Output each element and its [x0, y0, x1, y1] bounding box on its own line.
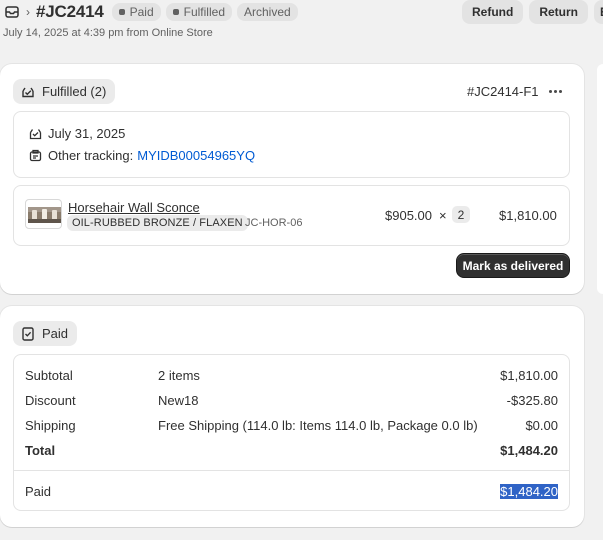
header-actions: Refund Return E	[462, 0, 603, 24]
tracking-label: Other tracking:	[48, 148, 134, 163]
product-thumbnail[interactable]	[25, 199, 62, 229]
variant-badge: OIL-RUBBED BRONZE / FLAXEN	[67, 215, 248, 231]
subtotal-detail: 2 items	[158, 368, 200, 383]
payment-status-badge: Paid	[111, 3, 161, 21]
shipping-row: Shipping Free Shipping (114.0 lb: Items …	[25, 418, 558, 434]
discount-code: New18	[158, 393, 199, 408]
line-total: $1,810.00	[499, 208, 557, 223]
delivery-date-row: July 31, 2025	[29, 126, 125, 141]
subtotal-row: Subtotal 2 items $1,810.00	[25, 368, 558, 384]
fulfillment-status-pill: Fulfilled (2)	[13, 79, 116, 104]
discount-row: Discount New18 -$325.80	[25, 393, 558, 409]
side-card-edge	[597, 64, 603, 294]
page-title: #JC2414	[36, 2, 104, 21]
product-sku: JC-HOR-06	[245, 217, 303, 229]
shipping-label: Shipping	[25, 418, 76, 433]
fulfillment-id: #JC2414-F1	[467, 84, 539, 99]
unit-price: $905.00	[385, 208, 432, 223]
delivery-date: July 31, 2025	[48, 126, 126, 141]
edit-button[interactable]: E	[594, 0, 603, 24]
return-button[interactable]: Return	[529, 0, 588, 24]
fulfillment-status-badge: Fulfilled	[165, 3, 232, 21]
title-row: › #JC2414 Paid Fulfilled Archived	[4, 2, 303, 22]
tracking-icon	[29, 149, 42, 162]
order-icon[interactable]	[4, 4, 20, 20]
shipping-detail: Free Shipping (114.0 lb: Items 114.0 lb,…	[158, 418, 478, 433]
discount-amount: -$325.80	[506, 393, 558, 408]
tracking-link[interactable]: MYIDB00054965YQ	[137, 148, 255, 163]
fulfilled-icon	[20, 84, 36, 100]
archived-badge: Archived	[237, 3, 298, 21]
divider	[14, 470, 569, 471]
more-icon[interactable]	[546, 83, 564, 99]
mark-as-delivered-button[interactable]: Mark as delivered	[456, 253, 570, 278]
paid-amount: $1,484.20	[500, 484, 558, 499]
chevron-right-icon: ›	[26, 5, 30, 19]
subtotal-amount: $1,810.00	[500, 368, 558, 383]
total-label: Total	[25, 443, 56, 458]
paid-row: Paid $1,484.20	[25, 484, 558, 500]
paid-label: Paid	[25, 484, 52, 499]
page-header: › #JC2414 Paid Fulfilled Archived July 1…	[0, 0, 603, 60]
order-subtitle: July 14, 2025 at 4:39 pm from Online Sto…	[3, 27, 213, 39]
total-row: Total $1,484.20	[25, 443, 558, 459]
fulfillment-status-label: Fulfilled (2)	[42, 84, 107, 99]
multiply-sign: ×	[439, 208, 447, 223]
tracking-box	[13, 111, 570, 178]
tracking-row: Other tracking: MYIDB00054965YQ	[29, 148, 255, 163]
product-name-link[interactable]: Horsehair Wall Sconce	[68, 200, 200, 215]
subtotal-label: Subtotal	[25, 368, 73, 383]
delivered-icon	[29, 127, 42, 140]
discount-label: Discount	[25, 393, 76, 408]
payment-status-label: Paid	[42, 326, 69, 341]
refund-button[interactable]: Refund	[462, 0, 524, 24]
shipping-amount: $0.00	[525, 418, 558, 433]
receipt-icon	[20, 326, 36, 342]
quantity-badge: 2	[452, 206, 470, 223]
total-amount: $1,484.20	[500, 443, 558, 458]
payment-status-pill: Paid	[13, 321, 78, 346]
